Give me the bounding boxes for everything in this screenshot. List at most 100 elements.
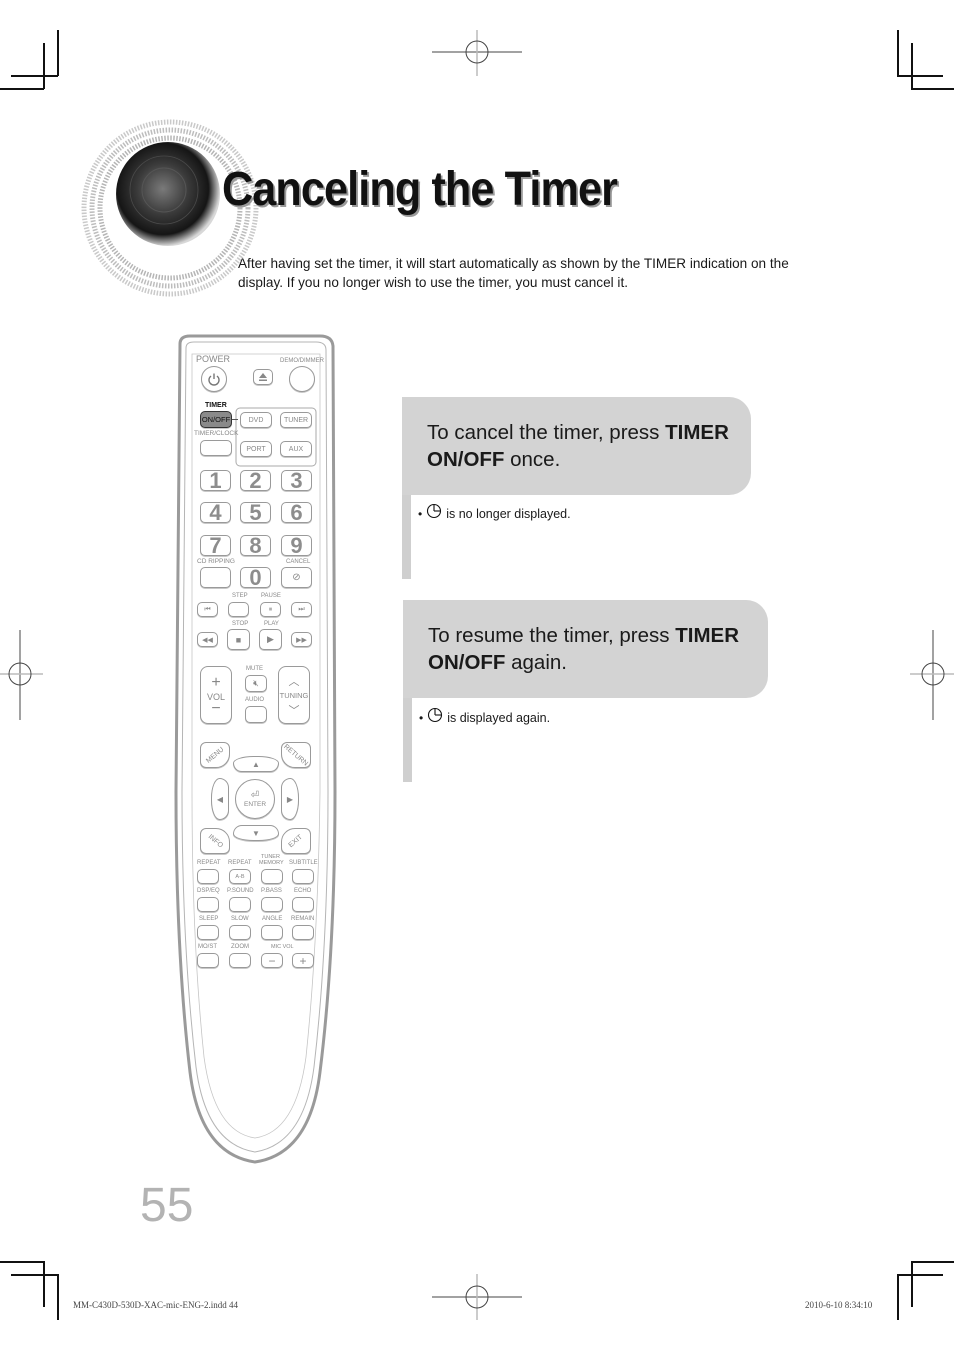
timer-label: TIMER <box>205 402 227 409</box>
audio-button[interactable] <box>245 706 267 723</box>
menu-label: MENU <box>204 745 226 765</box>
number-button-9[interactable]: 9 <box>281 533 312 558</box>
dsp-eq-button[interactable] <box>197 897 219 912</box>
power-button[interactable] <box>201 366 227 392</box>
fast-forward-button[interactable]: ▶▶ <box>291 632 312 647</box>
step-note: • is no longer displayed. <box>418 503 571 521</box>
exit-button[interactable]: EXIT <box>281 828 311 854</box>
step-cancel: To cancel the timer, press TIMER ON/OFF … <box>402 397 752 579</box>
number-button-1[interactable]: 1 <box>200 468 231 493</box>
mute-button[interactable]: 🔇︎ <box>245 675 267 692</box>
skip-forward-button[interactable]: ⏭ <box>291 602 312 617</box>
nav-left-button[interactable]: ◀ <box>211 778 229 820</box>
cancel-button[interactable]: ⊘ <box>281 567 312 588</box>
echo-button[interactable] <box>292 897 314 912</box>
p-sound-label: P.SOUND <box>227 888 254 894</box>
cd-ripping-label: CD RIPPING <box>197 558 235 565</box>
subtitle-button[interactable] <box>292 869 314 884</box>
remain-button[interactable] <box>292 925 314 940</box>
enter-button[interactable]: ⏎ ENTER <box>235 779 275 819</box>
connector-line <box>232 419 238 420</box>
cd-ripping-button[interactable] <box>200 567 231 588</box>
registration-mark-top <box>432 30 522 76</box>
number-button-2[interactable]: 2 <box>240 468 271 493</box>
volume-rocker[interactable]: + VOL − <box>200 666 232 724</box>
stop-button[interactable]: ■ <box>227 629 250 650</box>
page-title: Canceling the Timer <box>222 163 618 216</box>
enter-label: ENTER <box>243 801 267 808</box>
step-instruction: To cancel the timer, press TIMER ON/OFF … <box>402 397 751 495</box>
number-button-0[interactable]: 0 <box>240 565 271 590</box>
timer-clock-button[interactable] <box>200 440 232 456</box>
timer-clock-icon <box>428 707 443 723</box>
registration-mark-left <box>0 630 43 720</box>
nav-up-button[interactable]: ▲ <box>233 756 279 772</box>
registration-mark-bottom <box>432 1274 522 1320</box>
power-icon <box>208 373 220 386</box>
mo-st-button[interactable] <box>197 953 219 968</box>
power-label: POWER <box>196 354 231 364</box>
pause-label: PAUSE <box>261 593 281 599</box>
bullet-icon: • <box>418 507 423 521</box>
intro-paragraph: After having set the timer, it will star… <box>238 255 789 290</box>
number-button-6[interactable]: 6 <box>281 500 312 525</box>
slow-button[interactable] <box>229 925 251 940</box>
dsp-eq-label: DSP/EQ <box>197 888 220 894</box>
number-button-8[interactable]: 8 <box>240 533 271 558</box>
info-button[interactable]: INFO <box>200 828 230 854</box>
repeat-ab-button[interactable]: A-B <box>229 869 251 884</box>
number-button-3[interactable]: 3 <box>281 468 312 493</box>
sleep-button[interactable] <box>197 925 219 940</box>
mute-label: MUTE <box>246 666 263 672</box>
skip-back-button[interactable]: ⏮ <box>197 602 218 617</box>
rewind-button[interactable]: ◀◀ <box>197 632 218 647</box>
pause-button[interactable]: ⏸ <box>260 602 281 617</box>
audio-label: AUDIO <box>245 697 265 703</box>
tuning-label: TUNING <box>279 690 309 700</box>
number-button-5[interactable]: 5 <box>240 500 271 525</box>
timer-on-off-button[interactable]: ON/OFF <box>200 411 232 428</box>
tuning-up-icon: ︿ <box>288 675 300 688</box>
tuning-rocker[interactable]: ︿ TUNING ﹀ <box>278 666 310 724</box>
mic-vol-up-button[interactable]: + <box>292 953 314 968</box>
number-button-4[interactable]: 4 <box>200 500 231 525</box>
print-slug-date: 2010-6-10 8:34:10 <box>805 1300 873 1310</box>
repeat-button[interactable] <box>197 869 219 884</box>
aux-button[interactable]: AUX <box>280 441 312 457</box>
dvd-button[interactable]: DVD <box>240 412 272 428</box>
timer-clock-label: TIMER/CLOCK <box>194 430 239 437</box>
volume-down-icon: − <box>211 700 221 717</box>
play-button[interactable]: ▶ <box>259 629 282 650</box>
p-bass-button[interactable] <box>261 897 283 912</box>
zoom-button[interactable] <box>229 953 251 968</box>
angle-button[interactable] <box>261 925 283 940</box>
cancel-label: CANCEL <box>286 559 311 565</box>
step-resume: To resume the timer, press TIMER ON/OFF … <box>403 600 769 782</box>
tuner-button[interactable]: TUNER <box>280 412 312 428</box>
return-label: RETURN <box>282 742 310 768</box>
remain-label: REMAIN <box>291 916 315 922</box>
demo-dimmer-button[interactable] <box>289 366 315 392</box>
p-bass-label: P.BASS <box>261 888 282 894</box>
tuning-down-icon: ﹀ <box>288 704 300 717</box>
step-button[interactable] <box>228 602 249 617</box>
slow-label: SLOW <box>231 916 249 922</box>
subtitle-label: SUBTITLE <box>289 860 318 866</box>
mic-vol-down-button[interactable]: − <box>261 953 283 968</box>
nav-right-button[interactable]: ▶ <box>281 778 299 820</box>
number-button-7[interactable]: 7 <box>200 533 231 558</box>
echo-label: ECHO <box>294 888 312 894</box>
nav-down-button[interactable]: ▼ <box>233 825 279 841</box>
mic-vol-label: MIC VOL <box>271 944 294 950</box>
sleep-label: SLEEP <box>199 916 219 922</box>
p-sound-button[interactable] <box>229 897 251 912</box>
return-button[interactable]: RETURN <box>281 742 311 768</box>
port-button[interactable]: PORT <box>240 441 272 457</box>
step-label: STEP <box>232 593 248 599</box>
mo-st-label: MO/ST <box>198 944 217 950</box>
tuner-memory-button[interactable] <box>261 869 283 884</box>
print-slug-file: MM-C430D-530D-XAC-mic-ENG-2.indd 44 <box>73 1300 238 1310</box>
registration-mark-right <box>910 630 954 720</box>
menu-button[interactable]: MENU <box>200 742 230 768</box>
eject-button[interactable] <box>253 369 273 385</box>
